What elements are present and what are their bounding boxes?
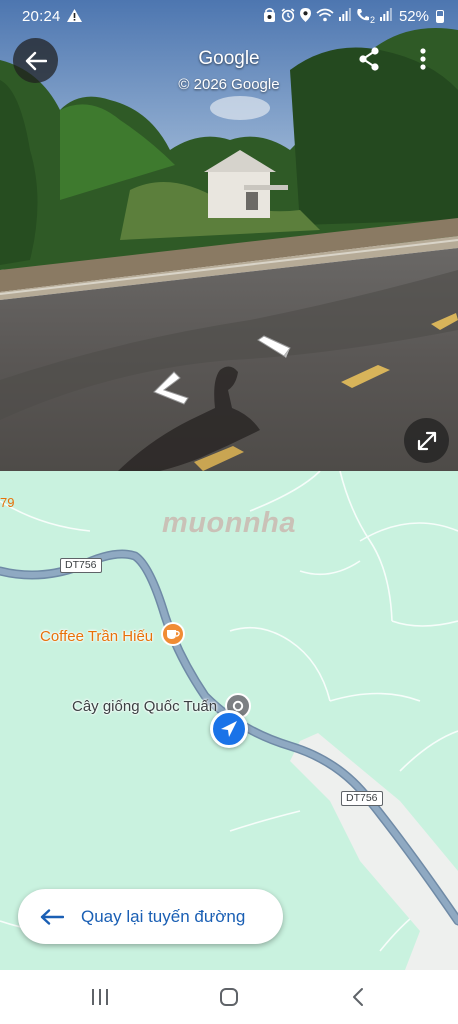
map-edge-label: 79 [0,495,15,510]
street-view-copyright: © 2026 Google [178,76,280,93]
battery-icon [436,9,444,23]
arrow-left-icon [40,907,66,927]
system-navigation-bar [0,970,458,1024]
share-icon [359,47,379,71]
call-icon [356,8,370,25]
share-button[interactable] [349,39,389,79]
coffee-cup-icon [167,630,180,639]
map-view[interactable]: 79 muonnha DT756 DT756 Coffee Trần Hiếu … [0,471,458,970]
street-view-title: Google [198,48,260,69]
home-icon [220,988,238,1006]
watermark: muonnha [162,507,296,539]
navigation-arrow-icon [221,721,237,737]
street-view-header: Google © 2026 Google [0,32,458,93]
battery-percentage: 52% [398,7,429,25]
road-label-dt756: DT756 [60,558,102,573]
back-to-route-button[interactable]: Quay lại tuyến đường [18,889,283,944]
expand-icon [417,431,436,450]
recent-apps-button[interactable] [80,983,120,1011]
warning-icon [66,8,82,24]
status-bar: 20:24 2 52% [0,0,458,32]
expand-button[interactable] [404,418,449,463]
wifi-icon [316,8,334,25]
street-view-panorama[interactable]: 20:24 2 52% Google © 2026 Google [0,0,458,471]
signal-icon-2 [379,8,392,24]
back-to-route-label: Quay lại tuyến đường [81,906,246,926]
street-view-arrow-back[interactable] [150,370,192,406]
network-label: 2 [369,15,375,25]
home-button[interactable] [209,983,249,1011]
road-label-dt756-2: DT756 [341,791,383,806]
more-vert-icon [420,48,426,70]
status-icons: 2 52% [263,7,444,25]
poi-pin-coffee[interactable] [161,622,185,646]
recent-apps-icon [92,989,108,1005]
location-icon [299,7,311,25]
status-time: 20:24 [22,7,61,25]
back-nav-button[interactable] [338,983,378,1011]
more-options-button[interactable] [405,39,441,79]
signal-icon-1 [338,8,351,24]
current-location-marker[interactable] [210,710,248,748]
poi-label-nursery[interactable]: Cây giống Quốc Tuấn [72,698,217,715]
alarm-icon [281,7,295,25]
lock-app-icon [263,7,276,25]
poi-label-coffee[interactable]: Coffee Trần Hiếu [40,628,153,645]
back-icon [353,988,363,1006]
street-view-arrow-forward[interactable] [256,334,292,360]
